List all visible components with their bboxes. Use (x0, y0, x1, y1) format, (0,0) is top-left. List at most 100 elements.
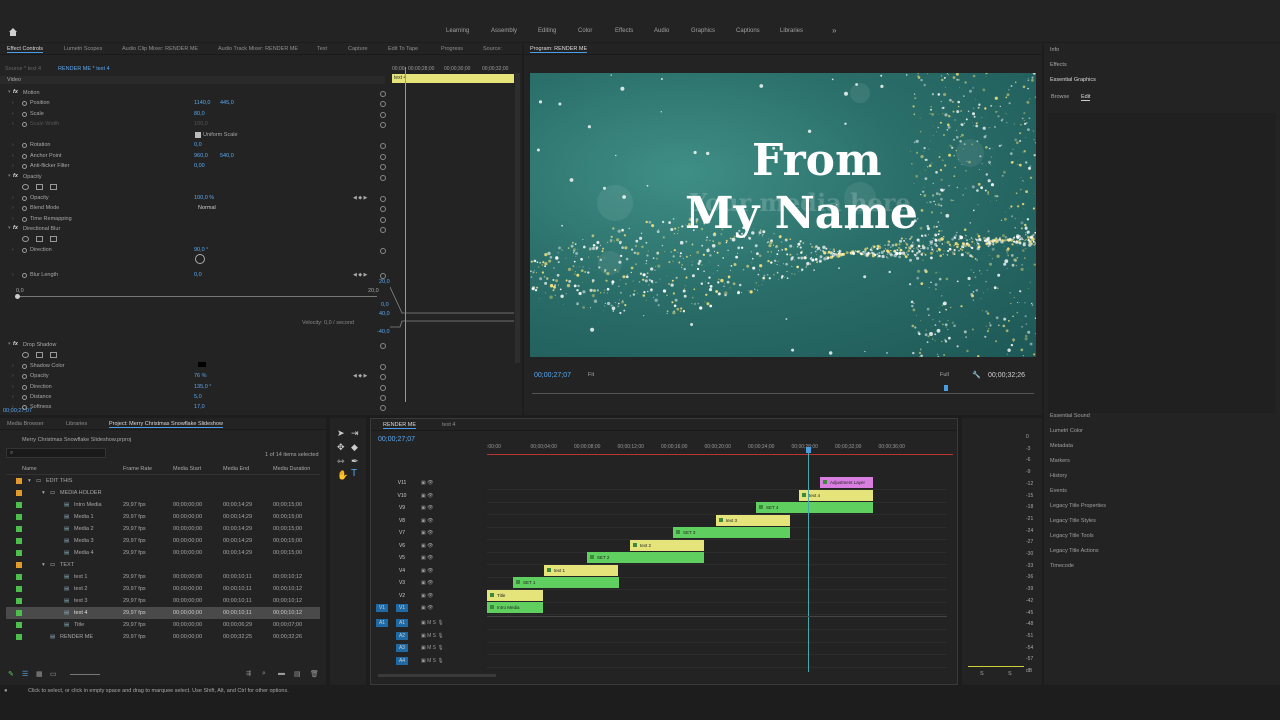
disclosure-icon[interactable]: › (12, 142, 14, 148)
track-label[interactable]: V11 (396, 479, 408, 487)
reset-icon[interactable] (380, 385, 386, 391)
track-label[interactable]: V9 (396, 504, 408, 512)
selection-tool-icon[interactable]: ➤ (337, 428, 345, 439)
label-color-swatch[interactable] (16, 550, 22, 556)
stopwatch-icon[interactable] (22, 122, 27, 127)
panel-legacy-title-tools[interactable]: Legacy Title Tools (1050, 533, 1094, 539)
panel-markers[interactable]: Markers (1050, 458, 1070, 464)
workspace-captions[interactable]: Captions (736, 28, 760, 34)
workspace-graphics[interactable]: Graphics (691, 28, 715, 34)
disclosure-icon[interactable]: › (12, 153, 14, 159)
label-color-swatch[interactable] (16, 490, 22, 496)
property-value[interactable]: 0,0 (194, 272, 202, 278)
stopwatch-icon[interactable] (22, 364, 27, 369)
disclosure-icon[interactable]: ▾ (28, 478, 31, 484)
disclosure-icon[interactable]: ▾ (8, 89, 11, 95)
icon-view-icon[interactable]: ▦ (36, 670, 43, 678)
track-label[interactable]: V7 (396, 529, 408, 537)
tab-progress[interactable]: Progress (441, 46, 463, 52)
panel-legacy-title-styles[interactable]: Legacy Title Styles (1050, 518, 1096, 524)
property-value[interactable]: 0,00 (194, 163, 205, 169)
track-controls-icons[interactable]: ▣ 👁 (421, 568, 433, 574)
property-value[interactable]: 0,0 (194, 142, 202, 148)
col-media-duration[interactable]: Media Duration (273, 466, 310, 472)
stopwatch-icon[interactable] (22, 112, 27, 117)
track-label[interactable]: A2 (396, 631, 408, 640)
disclosure-icon[interactable]: › (12, 121, 14, 127)
track-label[interactable]: V10 (396, 492, 408, 500)
disclosure-icon[interactable]: › (12, 363, 14, 369)
source-patch[interactable]: V1 (376, 604, 388, 612)
reset-icon[interactable] (380, 164, 386, 170)
panel-legacy-title-properties[interactable]: Legacy Title Properties (1050, 503, 1106, 509)
blend-mode-select[interactable]: Normal (198, 205, 216, 211)
stopwatch-icon[interactable] (22, 405, 27, 410)
disclosure-icon[interactable]: ▾ (8, 173, 11, 179)
col-media-end[interactable]: Media End (223, 466, 249, 472)
shadow-color-swatch[interactable] (198, 362, 206, 367)
track-controls-icons[interactable]: ▣ 👁 (421, 493, 433, 499)
tab-text[interactable]: Text (317, 46, 327, 52)
label-color-swatch[interactable] (16, 574, 22, 580)
razor-tool-icon[interactable]: ◆ (351, 442, 358, 453)
label-color-swatch[interactable] (16, 562, 22, 568)
disclosure-icon[interactable]: › (12, 216, 14, 222)
tab-libraries[interactable]: Libraries (66, 421, 87, 427)
project-search-input[interactable]: ⌕ (6, 448, 106, 458)
tab-effect-controls[interactable]: Effect Controls (7, 46, 43, 53)
disclosure-icon[interactable]: › (12, 111, 14, 117)
project-item[interactable]: ▤ Title 29,97 fps 00;00;00;00 00;00;06;29 00;… (6, 619, 320, 631)
track-controls-icons[interactable]: ▣ M S 🎙 (421, 645, 444, 651)
property-value[interactable]: 100,0 (194, 121, 208, 127)
disclosure-icon[interactable]: ▾ (42, 562, 45, 568)
stopwatch-icon[interactable] (22, 385, 27, 390)
slider-handle[interactable] (15, 294, 20, 299)
property-value[interactable]: 100,0 % (194, 195, 214, 201)
track-header-v10[interactable]: V10 ▣ 👁 (372, 490, 487, 502)
reset-icon[interactable] (380, 343, 386, 349)
timeline-clip[interactable]: text 1 (544, 564, 618, 576)
disclosure-icon[interactable]: › (12, 373, 14, 379)
timeline-clip[interactable]: Adjustment Layer (820, 477, 873, 488)
track-controls-icons[interactable]: ▣ M S 🎙 (421, 620, 444, 626)
effect-timecode[interactable]: 00;00;27;07 (3, 408, 32, 414)
tab-source[interactable]: Source: (483, 46, 502, 52)
ellipse-mask-icon[interactable] (22, 352, 29, 358)
tab-essential-graphics[interactable]: Essential Graphics (1050, 77, 1096, 83)
blur-length-slider[interactable] (17, 296, 377, 297)
tab-capture[interactable]: Capture (348, 46, 368, 52)
rect-mask-icon[interactable] (36, 236, 43, 242)
project-item[interactable]: ▤ text 2 29,97 fps 00;00;00;00 00;00;10;11 00… (6, 583, 320, 595)
reset-icon[interactable] (380, 273, 386, 279)
pen-tool-icon[interactable]: ✒ (351, 456, 359, 467)
project-item[interactable]: ▤ Media 1 29,97 fps 00;00;00;00 00;00;14;29 0… (6, 511, 320, 523)
slip-tool-icon[interactable]: ⇿ (337, 456, 345, 467)
tab-effects[interactable]: Effects (1050, 62, 1067, 68)
ripple-edit-tool-icon[interactable]: ✥ (337, 442, 345, 453)
rect-mask-icon[interactable] (36, 184, 43, 190)
track-header-v9[interactable]: V9 ▣ 👁 (372, 502, 487, 514)
panel-essential-sound[interactable]: Essential Sound (1050, 413, 1090, 419)
reset-icon[interactable] (380, 405, 386, 411)
panel-metadata[interactable]: Metadata (1050, 443, 1073, 449)
reset-icon[interactable] (380, 175, 386, 181)
workspace-editing[interactable]: Editing (538, 28, 556, 34)
project-item[interactable]: ▤ text 3 29,97 fps 00;00;00;00 00;00;10;11 00… (6, 595, 320, 607)
tab-sequence-render-me[interactable]: RENDER ME (383, 422, 417, 429)
track-header-v1[interactable]: V1 V1 ▣ 👁 (372, 602, 487, 614)
wrench-icon[interactable]: 🔧 (972, 371, 981, 379)
project-item[interactable]: ▾ ▭ TEXT (6, 559, 320, 571)
tab-lumetri-scopes[interactable]: Lumetri Scopes (64, 46, 102, 52)
reset-icon[interactable] (380, 248, 386, 254)
fx-badge[interactable]: fx (13, 89, 18, 95)
timeline-clip[interactable]: SET 4 (756, 502, 873, 513)
reset-icon[interactable] (380, 374, 386, 380)
label-color-swatch[interactable] (16, 538, 22, 544)
list-view-icon[interactable]: ☰ (22, 670, 28, 678)
fx-badge[interactable]: fx (13, 173, 18, 179)
track-header-v7[interactable]: V7 ▣ 👁 (372, 527, 487, 539)
track-controls-icons[interactable]: ▣ 👁 (421, 580, 433, 586)
track-label[interactable]: V2 (396, 592, 408, 600)
tab-sequence-text-4[interactable]: text 4 (442, 422, 455, 428)
project-item[interactable]: ▤ text 4 29,97 fps 00;00;00;00 00;00;10;11 00… (6, 607, 320, 619)
